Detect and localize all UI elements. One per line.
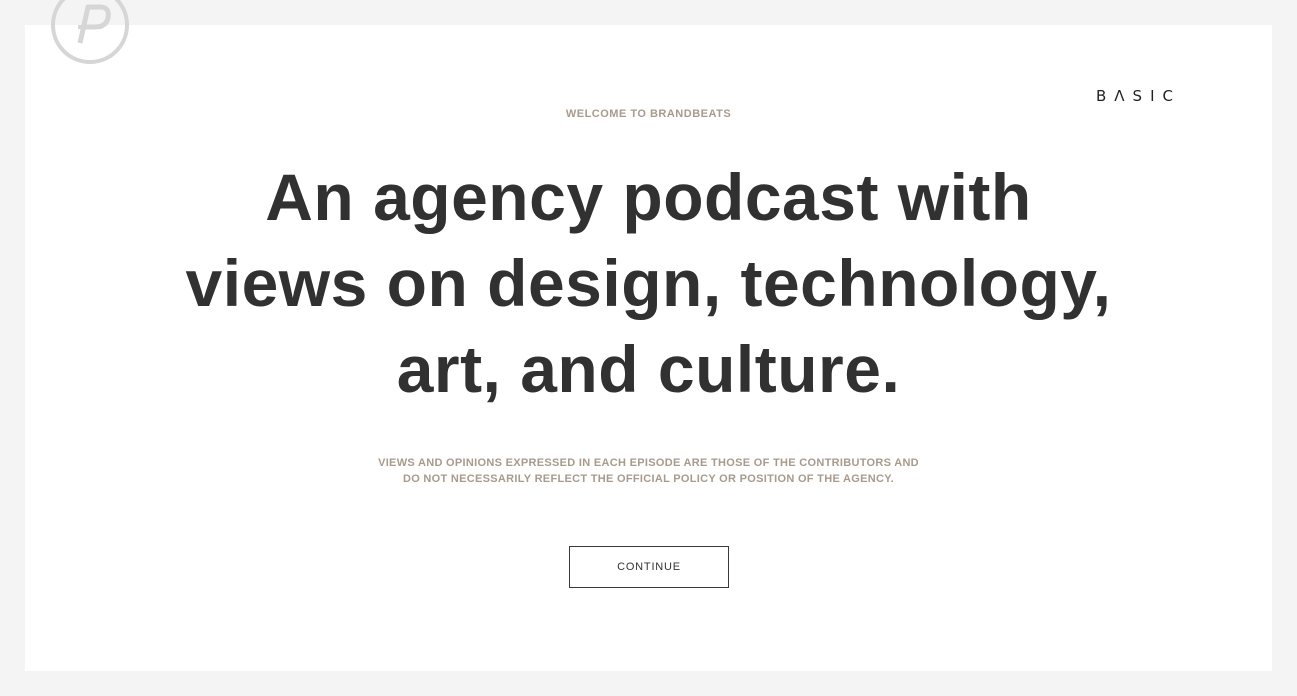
hero-headline: An agency podcast with views on design, … [0, 154, 1297, 412]
welcome-eyebrow: WELCOME TO BRANDBEATS [565, 108, 732, 120]
headline-line: art, and culture. [396, 332, 901, 406]
disclaimer-line: DO NOT NECESSARILY REFLECT THE OFFICIAL … [402, 473, 895, 485]
headline-line: views on design, technology, [185, 246, 1112, 320]
disclaimer-line: VIEWS AND OPINIONS EXPRESSED IN EACH EPI… [378, 457, 919, 469]
brandbeats-circle-logo-icon[interactable] [50, 0, 130, 65]
basic-agency-logo[interactable]: BΛSIC [1096, 86, 1176, 106]
continue-button[interactable]: CONTINUE [569, 546, 729, 588]
headline-line: An agency podcast with [265, 160, 1032, 234]
disclaimer-text: VIEWS AND OPINIONS EXPRESSED IN EACH EPI… [0, 455, 1297, 487]
